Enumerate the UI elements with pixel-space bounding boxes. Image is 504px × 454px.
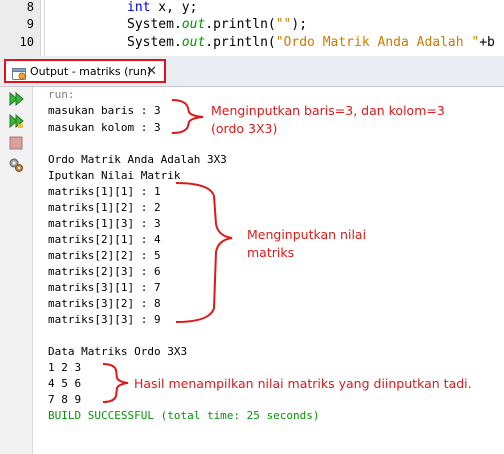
annotation-bracket-1 [171,99,204,134]
annotation-text: (ordo 3X3) [211,121,278,136]
annotation-text: Hasil menampilkan nilai matriks yang dii… [134,376,472,391]
annotation-text: Menginputkan nilai [247,227,367,242]
annotation-bracket-3 [102,363,129,403]
annotation-text: Menginputkan baris=3, dan kolom=3 [211,103,445,118]
annotation-text: matriks [247,245,295,260]
annotation-bracket-2 [175,182,233,323]
